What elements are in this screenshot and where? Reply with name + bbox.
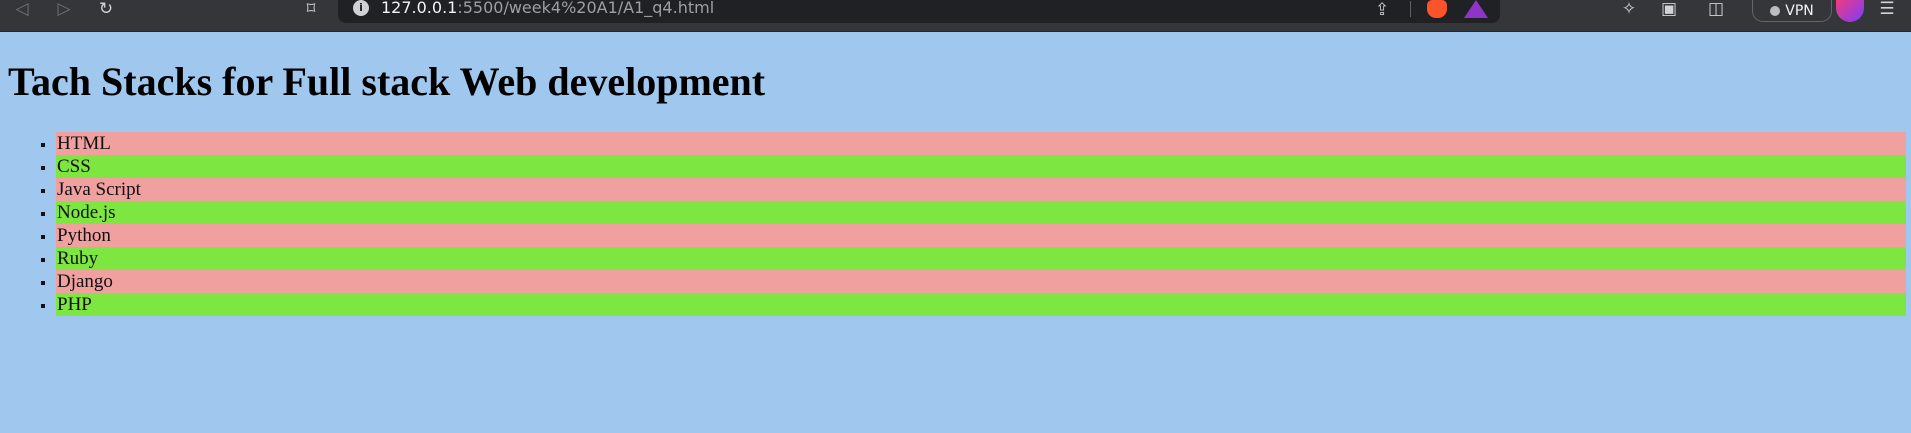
list-item-django: Django <box>56 270 1906 293</box>
vpn-label: VPN <box>1785 2 1814 19</box>
address-bar[interactable]: i 127.0.0.1:5500/week4%20A1/A1_q4.html ⇪ <box>338 0 1500 23</box>
browser-toolbar: ◁ ▷ ↻ ⌑ i 127.0.0.1:5500/week4%20A1/A1_q… <box>0 0 1911 32</box>
sidebar-icon[interactable]: ▣ <box>1657 0 1681 19</box>
forward-arrow-icon[interactable]: ▷ <box>52 0 76 18</box>
puzzle-piece-icon[interactable]: ✧ <box>1617 0 1641 19</box>
brave-rewards-icon[interactable] <box>1464 0 1488 18</box>
vpn-status-icon <box>1770 5 1781 16</box>
page-content: Tach Stacks for Full stack Web developme… <box>0 32 1911 433</box>
tech-stack-list: HTML CSS Java Script Node.js Python Ruby… <box>56 132 1906 316</box>
list-item-nodejs: Node.js <box>56 201 1906 224</box>
info-icon[interactable]: i <box>353 0 369 16</box>
share-icon[interactable]: ⇪ <box>1375 0 1389 20</box>
list-item-ruby: Ruby <box>56 247 1906 270</box>
list-item-css: CSS <box>56 155 1906 178</box>
list-item-php: PHP <box>56 293 1906 316</box>
reload-icon[interactable]: ↻ <box>94 0 118 18</box>
list-item-python: Python <box>56 224 1906 247</box>
profile-avatar[interactable] <box>1836 0 1864 22</box>
toolbar-divider <box>1410 1 1411 17</box>
wallet-icon[interactable]: ◫ <box>1704 0 1728 19</box>
back-arrow-icon[interactable]: ◁ <box>10 0 34 18</box>
vpn-button[interactable]: VPN <box>1752 0 1832 22</box>
hamburger-menu-icon[interactable]: ☰ <box>1875 0 1899 19</box>
bookmark-icon[interactable]: ⌑ <box>299 0 323 18</box>
page-heading: Tach Stacks for Full stack Web developme… <box>8 59 766 104</box>
list-item-java-script: Java Script <box>56 178 1906 201</box>
url-host: 127.0.0.1 <box>381 0 458 17</box>
brave-shield-icon[interactable] <box>1427 0 1447 18</box>
url-text[interactable]: 127.0.0.1:5500/week4%20A1/A1_q4.html <box>381 0 714 17</box>
url-path: :5500/week4%20A1/A1_q4.html <box>457 0 715 17</box>
list-item-html: HTML <box>56 132 1906 155</box>
